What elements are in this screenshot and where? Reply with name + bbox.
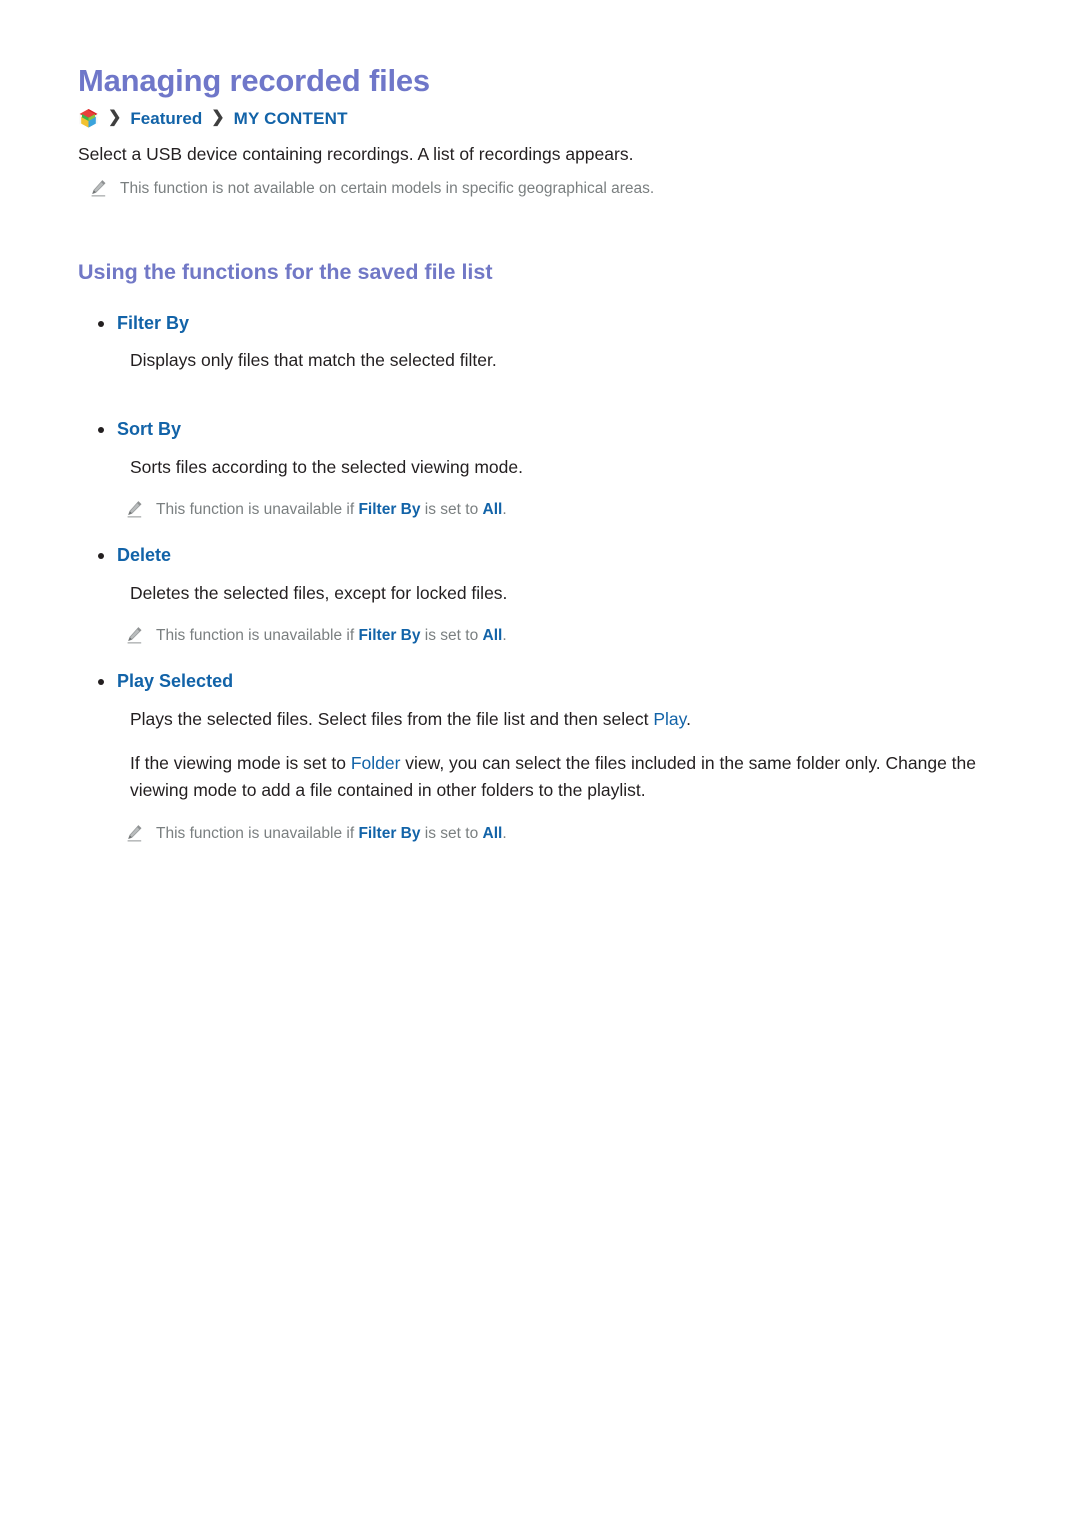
note-prefix: This function is unavailable if (156, 627, 359, 645)
note-prefix: This function is unavailable if (156, 825, 359, 842)
breadcrumb: ❯ Featured ❯ MY CONTENT (78, 107, 1010, 131)
function-note-text-delete: This function is unavailable if Filter B… (156, 624, 507, 647)
note-term-filter-by: Filter By (358, 825, 421, 842)
breadcrumb-separator-1: ❯ (108, 109, 122, 127)
function-note-play-selected: This function is unavailable if Filter B… (78, 822, 1010, 845)
paragraph-highlight-folder: Folder (350, 753, 401, 774)
note-middle: is set to (420, 627, 483, 645)
function-desc-delete: Deletes the selected files, except for l… (130, 582, 508, 603)
function-label-filter-by: Filter By (117, 312, 190, 333)
bullet-dot-icon (98, 427, 104, 434)
breadcrumb-item-featured[interactable]: Featured (130, 109, 202, 129)
note-term-filter-by: Filter By (358, 501, 421, 519)
function-note-text-play-selected: This function is unavailable if Filter B… (156, 822, 507, 845)
bullet-dot-icon (98, 679, 104, 686)
function-note-text-sort-by: This function is unavailable if Filter B… (156, 498, 507, 521)
intro-text: Select a USB device containing recording… (78, 144, 634, 165)
pencil-icon (90, 179, 107, 198)
note-middle: is set to (420, 501, 483, 519)
note-term-all: All (482, 825, 503, 842)
function-note-sort-by: This function is unavailable if Filter B… (78, 498, 1010, 521)
breadcrumb-separator-2: ❯ (211, 109, 225, 127)
page-title: Managing recorded files (78, 63, 430, 98)
function-desc-filter-by: Displays only files that match the selec… (130, 349, 497, 370)
pencil-icon (126, 626, 143, 645)
note-middle: is set to (420, 825, 483, 842)
pencil-icon (126, 500, 143, 519)
desc-highlight-play: Play (653, 708, 687, 729)
function-desc-sort-by: Sorts files according to the selected vi… (130, 456, 523, 477)
list-item-delete: Delete (78, 543, 1010, 568)
section-heading: Using the functions for the saved file l… (78, 259, 493, 284)
desc-before: Plays the selected files. Select files f… (130, 708, 654, 729)
list-item-filter-by: Filter By (78, 311, 1010, 336)
intro-note: This function is not available on certai… (78, 177, 1010, 200)
function-label-play-selected: Play Selected (117, 671, 234, 692)
function-label-delete: Delete (117, 545, 172, 566)
function-label-sort-by: Sort By (117, 419, 182, 440)
paragraph-before: If the viewing mode is set to (130, 753, 351, 774)
bullet-dot-icon (98, 553, 104, 560)
function-list: Filter By Displays only files that match… (78, 311, 1010, 846)
note-suffix: . (502, 825, 507, 842)
note-prefix: This function is unavailable if (156, 501, 359, 519)
note-suffix: . (502, 501, 507, 519)
bullet-dot-icon (98, 320, 104, 327)
breadcrumb-item-my-content[interactable]: MY CONTENT (234, 109, 348, 129)
smart-hub-cube-icon (78, 108, 99, 130)
function-note-delete: This function is unavailable if Filter B… (78, 624, 1010, 647)
note-term-filter-by: Filter By (358, 627, 421, 645)
list-item-play-selected: Play Selected (78, 669, 1010, 694)
function-paragraph-play-selected: If the viewing mode is set to Folder vie… (78, 750, 1010, 804)
function-desc-play-selected: Plays the selected files. Select files f… (78, 706, 1010, 733)
list-item-sort-by: Sort By (78, 417, 1010, 442)
intro-note-text: This function is not available on certai… (120, 180, 655, 198)
document-page: Managing recorded files ❯ Featured ❯ MY … (0, 0, 1080, 1527)
note-term-all: All (482, 501, 503, 519)
desc-after: . (686, 708, 691, 729)
note-term-all: All (482, 627, 503, 645)
pencil-icon (126, 824, 143, 843)
note-suffix: . (502, 627, 507, 645)
